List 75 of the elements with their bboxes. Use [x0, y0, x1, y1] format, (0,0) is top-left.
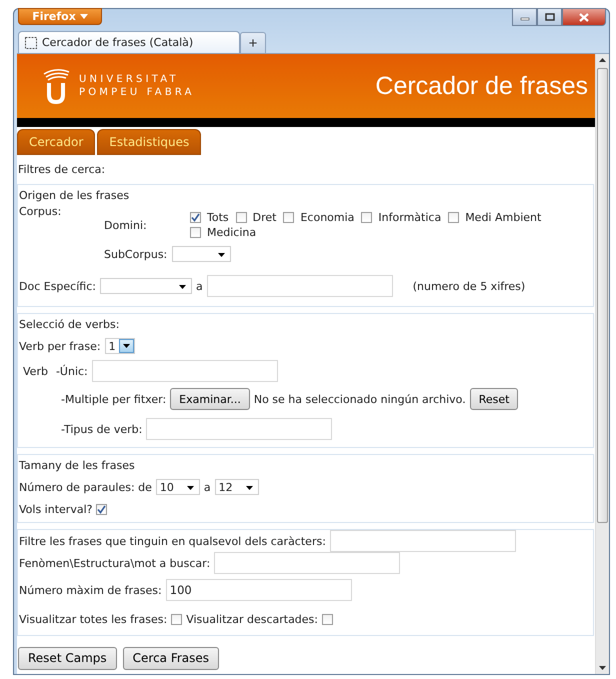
university-name: POMPEU FABRA — [79, 86, 195, 100]
file-status: No se ha seleccionado ningún archivo. — [254, 392, 466, 406]
scroll-down-icon — [599, 666, 606, 670]
university-name: UNIVERSITAT — [79, 73, 180, 86]
section-title: Origen de les frases — [19, 188, 130, 202]
page-title: Cercador de frases — [375, 72, 588, 101]
verb-count-dropdown[interactable]: 1 — [104, 338, 135, 354]
checkbox[interactable] — [283, 212, 294, 223]
close-icon — [579, 12, 589, 22]
checkbox[interactable] — [96, 504, 108, 514]
field-label: SubCorpus: — [104, 248, 168, 260]
checkbox[interactable] — [190, 212, 201, 223]
new-tab-button[interactable]: + — [240, 32, 266, 53]
field-label: -Únic: — [56, 364, 88, 378]
checkbox[interactable] — [190, 227, 201, 238]
verb-input-field[interactable] — [92, 360, 278, 382]
field-label: -Tipus de verb: — [61, 422, 142, 436]
tab-title: Cercador de frases (Català) — [42, 36, 194, 49]
search-input-field[interactable] — [214, 552, 400, 574]
checkbox[interactable] — [322, 614, 333, 624]
checkbox-label: Dret — [252, 211, 276, 224]
checkbox[interactable] — [236, 212, 247, 223]
from-dropdown[interactable]: 10 — [156, 479, 200, 495]
field-label: Visualitzar totes les frases: — [19, 612, 168, 626]
field-label: Vols interval? — [19, 502, 92, 516]
checkbox[interactable] — [448, 212, 460, 223]
to-dropdown[interactable]: 12 — [214, 479, 259, 495]
maximize-button[interactable] — [537, 8, 562, 26]
maximize-icon — [544, 13, 554, 21]
close-button[interactable] — [562, 8, 606, 26]
section-title: Selecció de verbs: — [19, 318, 120, 330]
form-heading: Filtres de cerca: — [18, 163, 106, 176]
section-title: Tamany de les frases — [19, 458, 135, 472]
form-button[interactable]: Cerca Frases — [122, 646, 220, 670]
field-label: Verb — [23, 364, 48, 378]
characters-input-field[interactable] — [330, 530, 516, 552]
field-label: -Multiple per fitxer: — [61, 392, 166, 406]
field-label: Número màxim de frases: — [19, 584, 162, 596]
checkbox-label: Medicina — [207, 226, 256, 239]
browser-tab[interactable]: Cercador de frases (Català) — [18, 31, 240, 53]
field-label: Corpus: — [18, 205, 62, 218]
max-phrases-input-field[interactable]: 100 — [166, 579, 352, 601]
field-label: Fenòmen\Estructura\mot a buscar: — [19, 556, 210, 570]
logo-icon — [41, 68, 71, 104]
blank-page-icon — [25, 36, 37, 48]
checkbox[interactable] — [361, 212, 372, 223]
caret-icon — [186, 486, 194, 490]
hint-text: (numero de 5 xifres) — [412, 280, 526, 292]
checkbox-label: Tots — [207, 211, 229, 224]
form-button[interactable]: Reset Camps — [18, 646, 117, 670]
caret-icon — [246, 486, 253, 490]
scrollbar[interactable] — [595, 54, 609, 674]
doc-dropdown[interactable] — [100, 278, 192, 294]
field-label: Verb per frase: — [19, 340, 101, 352]
field-label: a — [204, 480, 211, 494]
browse-button[interactable]: Examinar... — [170, 388, 250, 410]
caret-icon — [178, 285, 186, 289]
field-label: Domini: — [104, 218, 148, 232]
scroll-up-icon — [599, 58, 606, 62]
field-label: Filtre les frases que tinguin en qualsevol dels caràcters: — [19, 534, 326, 548]
caret-icon — [80, 14, 88, 19]
field-label: Visualitzar descartades: — [186, 612, 318, 626]
verb-type-input-field[interactable] — [146, 418, 332, 440]
doc-input-field[interactable] — [206, 275, 393, 297]
checkbox[interactable] — [171, 614, 182, 624]
caret-icon — [122, 344, 130, 348]
field-label: a — [196, 280, 203, 292]
field-label: Número de paraules: de — [19, 480, 152, 494]
subcorpus-dropdown[interactable] — [172, 246, 232, 262]
reset-button[interactable]: Reset — [470, 388, 518, 410]
caret-icon — [218, 253, 226, 257]
checkbox-label: Economia — [300, 211, 354, 224]
checkbox-label: Medi Ambient — [465, 211, 542, 224]
field-label: Doc Específic: — [19, 280, 96, 292]
checkbox-label: Informàtica — [378, 211, 442, 224]
